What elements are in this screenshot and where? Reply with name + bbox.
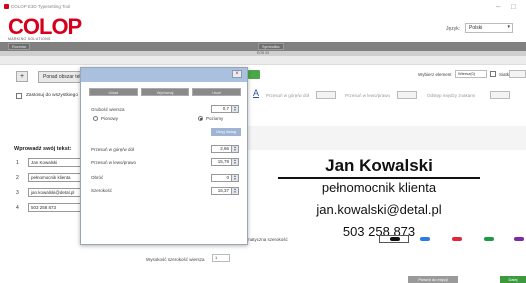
rotate-value: 0 <box>226 175 229 180</box>
shift-updown-stepper[interactable]: 2,86 ▲ ▼ <box>211 145 239 153</box>
spacing-input[interactable] <box>490 91 510 99</box>
stamp-preview: Jan Kowalski pełnomocnik klienta jan.kow… <box>247 150 526 242</box>
auto-width-label: matyczna szerokość <box>247 237 288 242</box>
plus-icon: + <box>20 73 25 80</box>
shift-updown-dialog-label: Przesuń w górę/w dół <box>91 147 135 152</box>
rotate-label: Obróć <box>91 175 104 180</box>
rotate-stepper[interactable]: 0 ▲ ▼ <box>211 174 239 182</box>
shift-leftright-dialog-label: Przesuń w lewo/prawo <box>91 160 137 165</box>
shift-leftright-input[interactable] <box>397 91 417 99</box>
preview-line-2[interactable]: pełnomocnik klienta <box>248 180 510 195</box>
add-button[interactable]: + <box>16 71 29 82</box>
chevron-down-icon: ▾ <box>507 24 510 30</box>
element-select[interactable]: Wiersz(0) <box>455 70 487 78</box>
line-number: 1 <box>16 160 19 166</box>
width-label: Szerokość <box>91 188 113 193</box>
horizontal-radio[interactable] <box>198 116 203 121</box>
window-title: COLOP E3D Typesetting Tool <box>11 4 71 9</box>
shift-leftright-label: Przesuń w lewo/prawo <box>345 93 391 98</box>
stepper-arrows-icon[interactable]: ▲ ▼ <box>231 146 238 152</box>
tab-delete[interactable]: Usuń <box>192 88 242 96</box>
ink-color-blue-swatch[interactable] <box>420 237 430 241</box>
sub-toolbar: EOS 03 <box>0 51 526 65</box>
top-strip: Rozmiar Symbolika <box>0 42 526 51</box>
grid-input[interactable] <box>509 70 526 78</box>
line-input[interactable]: 503 258 873 <box>28 203 88 212</box>
ink-color-red-swatch[interactable] <box>452 237 462 241</box>
language-value: Polski <box>469 25 483 31</box>
ink-color-selector[interactable] <box>379 235 409 243</box>
apply-all-checkbox[interactable] <box>16 93 22 99</box>
colop-tagline: MARKING SOLUTIONS <box>8 37 51 41</box>
line-height-label: Wysokość szerokość wiersza <box>146 257 205 262</box>
ink-color-purple-swatch[interactable] <box>514 237 524 241</box>
line-number: 2 <box>16 175 19 181</box>
symbols-button[interactable]: Symbolika <box>258 43 284 50</box>
next-button[interactable]: Dalej <box>500 276 526 283</box>
shift-leftright-stepper[interactable]: 15,79 ▲ ▼ <box>211 158 239 166</box>
shift-updown-label: Przesuń w górę/w dół <box>266 93 310 98</box>
spacing-label: Odstęp między znakami <box>427 93 476 98</box>
line-size-stepper[interactable]: 0,7 ▲ ▼ <box>211 105 239 113</box>
line-size-value: 0,7 <box>222 106 229 111</box>
back-to-edit-button[interactable]: Powrót do edycji <box>408 276 458 283</box>
preview-line-1[interactable]: Jan Kowalski <box>248 156 510 176</box>
preview-line-3[interactable]: jan.kowalski@detal.pl <box>248 202 510 217</box>
ink-color-green-swatch[interactable] <box>484 237 494 241</box>
line-input[interactable]: Jan Kowalski <box>28 158 88 167</box>
stepper-arrows-icon[interactable]: ▲ ▼ <box>231 106 238 112</box>
preview-underline <box>278 177 480 179</box>
hide-dialog-button[interactable]: Ukryj dialog <box>211 128 241 136</box>
width-value: 16,37 <box>217 188 229 193</box>
confirm-tab[interactable] <box>248 70 260 79</box>
text-line-4: 4 503 258 873 <box>16 203 90 213</box>
shift-updown-input[interactable] <box>316 91 336 99</box>
vertical-radio-label: Pionowy <box>101 116 119 121</box>
stamp-model-label: EOS 03 <box>0 51 526 56</box>
line-number: 4 <box>16 205 19 211</box>
language-select[interactable]: Polski ▾ <box>465 23 513 33</box>
preview-background <box>247 126 526 150</box>
text-line-3: 3 jan.kowalski@detal.pl <box>16 188 90 198</box>
line-input[interactable]: pełnomocnik klienta <box>28 173 88 182</box>
line-input[interactable]: jan.kowalski@detal.pl <box>28 188 88 197</box>
line-settings-dialog: × Układ Wyrównaj Usuń Grubość wiersza 0,… <box>80 67 248 245</box>
colop-logo: COLOP <box>8 14 82 39</box>
font-style-icon[interactable]: A <box>253 88 259 98</box>
language-label: Język: <box>446 26 461 32</box>
tab-layout[interactable]: Układ <box>89 88 138 96</box>
line-size-label: Grubość wiersza <box>91 107 125 112</box>
line-height-value: 1 <box>215 255 218 260</box>
dialog-tabs: Układ Wyrównaj Usuń <box>89 88 242 96</box>
window-titlebar: COLOP E3D Typesetting Tool – □ <box>0 0 526 14</box>
stepper-arrows-icon[interactable]: ▲ ▼ <box>231 159 238 165</box>
tab-align[interactable]: Wyrównaj <box>140 88 190 96</box>
app-icon <box>4 4 9 9</box>
grid-checkbox[interactable] <box>490 71 496 77</box>
text-line-1: 1 Jan Kowalski <box>16 158 90 168</box>
ink-color-black-swatch <box>390 237 400 241</box>
apply-all-label: Zastosuj do wszystkiego <box>26 93 78 98</box>
maximize-button[interactable]: □ <box>511 2 516 11</box>
stepper-arrows-icon[interactable]: ▲ ▼ <box>231 175 238 181</box>
close-icon[interactable]: × <box>232 70 242 78</box>
element-label: Wybierz element <box>418 72 452 77</box>
dialog-header[interactable]: × <box>81 68 247 82</box>
horizontal-radio-label: Poziomy <box>206 116 224 121</box>
vertical-radio[interactable] <box>93 116 98 121</box>
element-value: Wiersz(0) <box>458 71 476 76</box>
text-line-2: 2 pełnomocnik klienta <box>16 173 90 183</box>
stepper-arrows-icon[interactable]: ▲ ▼ <box>231 188 238 194</box>
shift-updown-value: 2,86 <box>220 146 229 151</box>
line-number: 3 <box>16 190 19 196</box>
shift-leftright-value: 15,79 <box>217 159 229 164</box>
line-height-input[interactable]: 1 <box>212 254 230 262</box>
width-stepper[interactable]: 16,37 ▲ ▼ <box>211 187 239 195</box>
minimize-button[interactable]: – <box>496 2 500 11</box>
text-section-title: Wprowadź swój tekst: <box>14 146 72 152</box>
size-button[interactable]: Rozmiar <box>8 43 31 50</box>
